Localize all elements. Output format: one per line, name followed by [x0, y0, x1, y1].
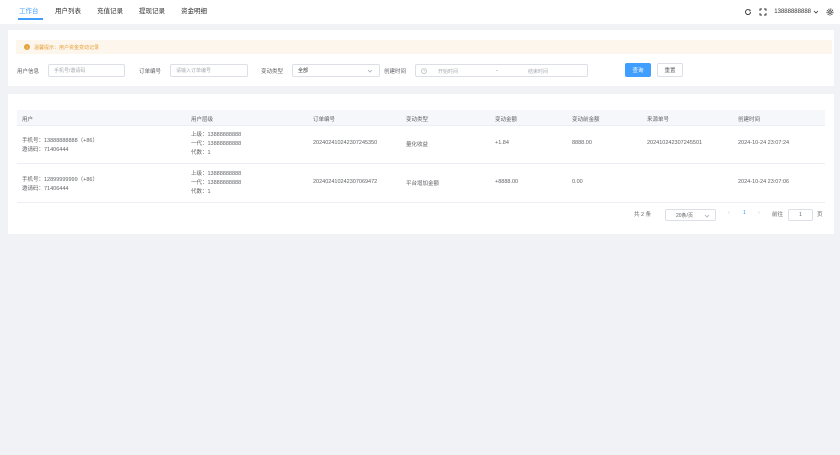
column-header: 变动前金额 — [572, 117, 600, 123]
level-first-gen: 一代：13888888888 — [191, 141, 242, 147]
chevron-down-icon — [704, 214, 710, 218]
tip-banner: ! 温馨提示：用户资金变动记录 — [16, 40, 832, 54]
user-info-label: 用户信息 — [17, 69, 40, 75]
refresh-icon[interactable] — [744, 8, 752, 16]
records-panel: 用户 用户层级 订单编号 变动类型 变动金额 变动前金额 来源单号 创建时间 手… — [8, 94, 834, 234]
user-invite-code: 邀请码：71406444 — [22, 147, 69, 153]
goto-page-input[interactable]: 1 — [788, 209, 813, 221]
query-button[interactable]: 查询 — [625, 63, 651, 77]
chevron-down-icon — [813, 10, 819, 14]
filter-panel: ! 温馨提示：用户资金变动记录 用户信息 手机号/邀请码 订单编号 请输入订单编… — [8, 30, 834, 86]
change-type: 量化收益 — [406, 142, 429, 148]
column-header: 用户层级 — [191, 117, 214, 123]
source-number: 20241024230724550​1 — [647, 140, 703, 146]
current-page[interactable]: 1 — [743, 210, 746, 216]
change-type-select[interactable]: 全部 — [292, 64, 380, 77]
clock-icon — [421, 68, 427, 74]
tab-recharge-records[interactable]: 充值记录 — [97, 5, 123, 15]
table-row[interactable]: 手机号：13888888888（+86） 邀请码：71406444 上级：138… — [17, 126, 825, 164]
create-time: 2024-10-24 23:07:24 — [738, 140, 790, 146]
column-header: 创建时间 — [738, 117, 761, 123]
goto-label: 前往 — [772, 212, 784, 218]
warning-icon: ! — [24, 44, 30, 50]
amount-before: 0.00 — [572, 179, 583, 185]
user-phone: 手机号：13888888888（+86） — [22, 138, 98, 144]
page-size-value: 20条/页 — [676, 212, 693, 219]
user-info-input[interactable]: 手机号/邀请码 — [48, 64, 125, 77]
level-parent: 上级：13888888888 — [191, 132, 242, 138]
column-header: 订单编号 — [313, 117, 336, 123]
user-menu[interactable]: 13888888888 — [774, 9, 819, 15]
range-separator: - — [496, 68, 498, 74]
prev-page-icon[interactable]: ‹ — [728, 210, 730, 216]
column-header: 来源单号 — [647, 117, 670, 123]
header-actions: 13888888888 — [744, 8, 834, 16]
table-row[interactable]: 手机号：12899999999（+86） 邀请码：71406444 上级：138… — [17, 165, 825, 203]
fullscreen-icon[interactable] — [759, 8, 767, 16]
level-depth: 代数：1 — [191, 150, 211, 156]
change-type-label: 变动类型 — [261, 69, 284, 75]
date-range-picker[interactable]: 开始时间 - 结束时间 — [415, 64, 588, 77]
tip-text: 温馨提示：用户资金变动记录 — [34, 44, 100, 51]
level-depth: 代数：1 — [191, 189, 211, 195]
column-header: 变动类型 — [406, 117, 429, 123]
start-time-input[interactable]: 开始时间 — [438, 68, 458, 75]
order-number: 20240241024230724535​0 — [313, 140, 378, 146]
tab-withdraw-records[interactable]: 提现记录 — [139, 5, 165, 15]
user-account-label: 13888888888 — [774, 9, 811, 15]
level-first-gen: 一代：13888888888 — [191, 180, 242, 186]
column-header: 用户 — [22, 117, 34, 123]
create-time-label: 创建时间 — [384, 69, 407, 75]
column-header: 变动金额 — [495, 117, 518, 123]
active-tab-indicator — [18, 18, 43, 20]
user-info-placeholder: 手机号/邀请码 — [54, 68, 86, 74]
tab-user-list[interactable]: 用户列表 — [55, 5, 81, 15]
change-amount: +8888.00 — [495, 179, 519, 185]
page-size-select[interactable]: 20条/页 — [665, 209, 716, 221]
tab-fund-details[interactable]: 资金明细 — [181, 5, 207, 15]
gear-icon[interactable] — [826, 8, 834, 16]
change-amount: +1.84 — [495, 140, 509, 146]
page-suffix: 页 — [817, 212, 823, 218]
user-invite-code: 邀请码：71406444 — [22, 186, 69, 192]
change-type-value: 全部 — [298, 68, 309, 74]
top-nav-bar: 工作台 用户列表 充值记录 提现记录 资金明细 13888888888 — [0, 0, 840, 24]
chevron-down-icon — [367, 69, 373, 73]
user-phone: 手机号：12899999999（+86） — [22, 177, 98, 183]
tab-workbench[interactable]: 工作台 — [19, 5, 39, 15]
level-parent: 上级：13888888888 — [191, 171, 242, 177]
end-time-input[interactable]: 结束时间 — [528, 68, 548, 75]
order-no-label: 订单编号 — [139, 69, 162, 75]
order-no-placeholder: 请输入订单编号 — [176, 68, 212, 74]
goto-page-value: 1 — [799, 212, 802, 218]
order-number: 20240241024230706947​2 — [313, 179, 378, 185]
create-time: 2024-10-24 23:07:06 — [738, 179, 790, 185]
reset-button[interactable]: 重置 — [657, 63, 683, 77]
change-type: 平台增加金额 — [406, 181, 440, 187]
amount-before: 8888.00 — [572, 140, 592, 146]
order-no-input[interactable]: 请输入订单编号 — [170, 64, 248, 77]
total-count: 共 2 条 — [634, 212, 652, 218]
next-page-icon[interactable]: › — [758, 210, 760, 216]
table-header: 用户 用户层级 订单编号 变动类型 变动金额 变动前金额 来源单号 创建时间 — [17, 110, 825, 126]
